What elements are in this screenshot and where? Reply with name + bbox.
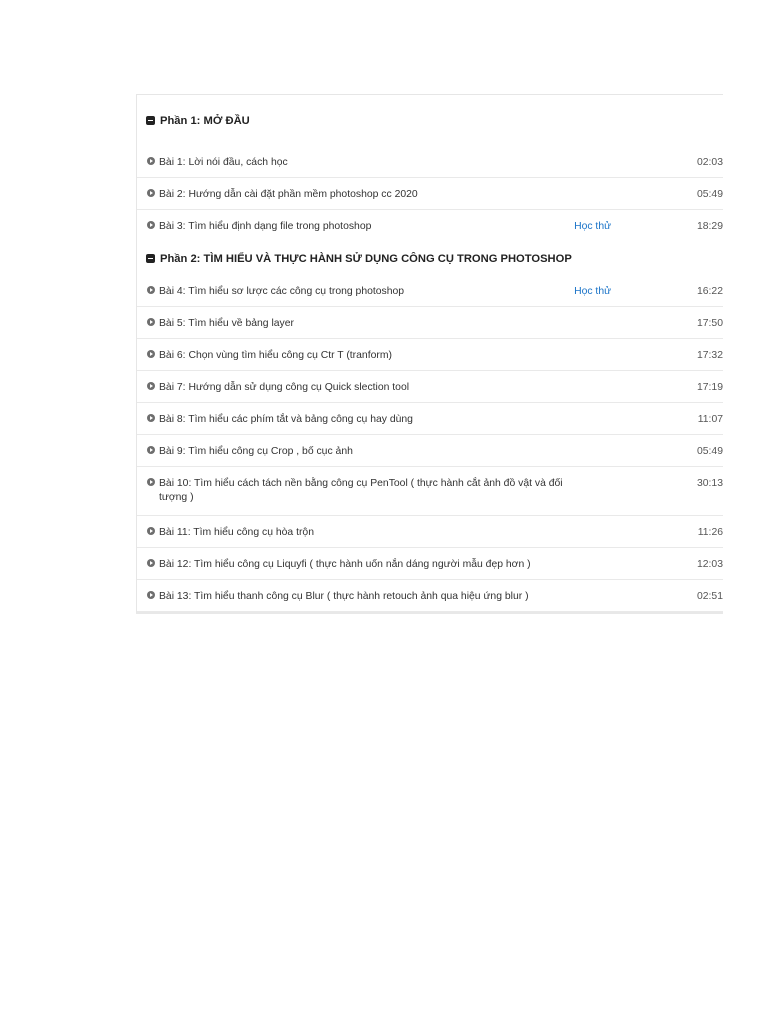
lesson-duration: 05:49 <box>696 446 723 457</box>
lesson-row[interactable]: Bài 2: Hướng dẫn cài đặt phần mềm photos… <box>137 178 723 210</box>
lesson-duration: 16:22 <box>696 286 723 297</box>
lesson-row[interactable]: Bài 13: Tìm hiểu thanh công cụ Blur ( th… <box>137 580 723 612</box>
course-curriculum: Phần 1: MỞ ĐẦU Bài 1: Lời nói đầu, cách … <box>136 94 723 614</box>
lesson-duration: 11:26 <box>697 527 723 538</box>
lesson-title[interactable]: Bài 9: Tìm hiểu công cụ Crop , bố cục ản… <box>159 445 574 459</box>
lesson-row[interactable]: Bài 6: Chọn vùng tìm hiểu công cụ Ctr T … <box>137 339 723 371</box>
lesson-title[interactable]: Bài 2: Hướng dẫn cài đặt phần mềm photos… <box>159 188 574 202</box>
lesson-title[interactable]: Bài 6: Chọn vùng tìm hiểu công cụ Ctr T … <box>159 349 574 363</box>
play-circle-icon <box>147 189 155 197</box>
lesson-row[interactable]: Bài 10: Tìm hiểu cách tách nền bằng công… <box>137 467 723 516</box>
lesson-title[interactable]: Bài 7: Hướng dẫn sử dụng công cụ Quick s… <box>159 381 574 395</box>
lesson-duration: 30:13 <box>696 478 723 489</box>
section-title: Phần 2: TÌM HIỂU VÀ THỰC HÀNH SỬ DỤNG CÔ… <box>160 252 572 265</box>
collapse-icon[interactable] <box>146 254 155 263</box>
section-title: Phần 1: MỞ ĐẦU <box>160 114 250 127</box>
play-circle-icon <box>147 318 155 326</box>
lesson-row[interactable]: Bài 12: Tìm hiểu công cụ Liquyfi ( thực … <box>137 548 723 580</box>
lesson-row[interactable]: Bài 3: Tìm hiểu định dạng file trong pho… <box>137 210 723 242</box>
lesson-title[interactable]: Bài 13: Tìm hiểu thanh công cụ Blur ( th… <box>159 590 574 604</box>
lesson-row[interactable]: Bài 8: Tìm hiểu các phím tắt và bảng côn… <box>137 403 723 435</box>
lesson-duration: 17:19 <box>696 382 723 393</box>
section-header-1[interactable]: Phần 1: MỞ ĐẦU <box>137 95 723 146</box>
lesson-title[interactable]: Bài 1: Lời nói đầu, cách học <box>159 156 574 170</box>
play-circle-icon <box>147 527 155 535</box>
lesson-title[interactable]: Bài 3: Tìm hiểu định dạng file trong pho… <box>159 220 574 234</box>
lesson-row[interactable]: Bài 9: Tìm hiểu công cụ Crop , bố cục ản… <box>137 435 723 467</box>
lesson-row[interactable]: Bài 7: Hướng dẫn sử dụng công cụ Quick s… <box>137 371 723 403</box>
lesson-duration: 12:03 <box>696 559 723 570</box>
section-header-2[interactable]: Phần 2: TÌM HIỂU VÀ THỰC HÀNH SỬ DỤNG CÔ… <box>137 242 723 275</box>
lesson-row[interactable]: Bài 4: Tìm hiểu sơ lược các công cụ tron… <box>137 275 723 307</box>
lesson-title[interactable]: Bài 12: Tìm hiểu công cụ Liquyfi ( thực … <box>159 558 574 572</box>
play-circle-icon <box>147 157 155 165</box>
lesson-row[interactable]: Bài 11: Tìm hiểu công cụ hòa trộn 11:26 <box>137 516 723 548</box>
play-circle-icon <box>147 478 155 486</box>
play-circle-icon <box>147 221 155 229</box>
play-circle-icon <box>147 286 155 294</box>
trial-link[interactable]: Học thử <box>574 220 683 234</box>
lesson-title[interactable]: Bài 11: Tìm hiểu công cụ hòa trộn <box>159 526 574 540</box>
collapse-icon[interactable] <box>146 116 155 125</box>
lesson-duration: 17:32 <box>696 350 723 361</box>
lesson-title[interactable]: Bài 8: Tìm hiểu các phím tắt và bảng côn… <box>159 413 574 427</box>
play-circle-icon <box>147 559 155 567</box>
trial-link[interactable]: Học thử <box>574 285 683 299</box>
lesson-duration: 17:50 <box>696 318 723 329</box>
play-circle-icon <box>147 350 155 358</box>
lesson-duration: 11:07 <box>697 414 723 425</box>
play-circle-icon <box>147 591 155 599</box>
lesson-duration: 02:03 <box>696 157 723 168</box>
play-circle-icon <box>147 414 155 422</box>
lesson-title[interactable]: Bài 10: Tìm hiểu cách tách nền bằng công… <box>159 477 574 505</box>
lesson-duration: 05:49 <box>696 189 723 200</box>
lesson-title[interactable]: Bài 4: Tìm hiểu sơ lược các công cụ tron… <box>159 285 574 299</box>
lesson-title[interactable]: Bài 5: Tìm hiểu về bảng layer <box>159 317 574 331</box>
lesson-row[interactable]: Bài 1: Lời nói đầu, cách học 02:03 <box>137 146 723 178</box>
lesson-duration: 18:29 <box>696 221 723 232</box>
lesson-row[interactable]: Bài 5: Tìm hiểu về bảng layer 17:50 <box>137 307 723 339</box>
play-circle-icon <box>147 382 155 390</box>
lesson-duration: 02:51 <box>696 591 723 602</box>
play-circle-icon <box>147 446 155 454</box>
